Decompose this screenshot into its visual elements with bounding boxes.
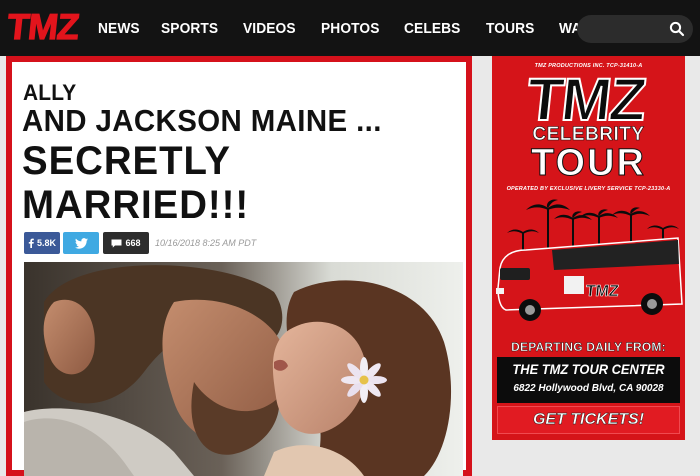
- comments-button[interactable]: 668: [103, 232, 149, 254]
- facebook-share-button[interactable]: 5.8K: [24, 232, 60, 254]
- headline-line-3: MARRIED!!!: [22, 183, 250, 227]
- tmz-tour-ad[interactable]: TMZ PRODUCTIONS INC. TCP-31410-A TMZ CEL…: [492, 56, 685, 440]
- comment-icon: [111, 239, 122, 248]
- tmz-logo[interactable]: TMZ: [4, 6, 86, 48]
- ad-tmz-logo: TMZ: [523, 68, 651, 128]
- ad-operated-by: OPERATED BY EXCLUSIVE LIVERY SERVICE TCP…: [506, 186, 671, 192]
- tour-bus: TMZ: [496, 237, 683, 321]
- nav-photos[interactable]: PHOTOS: [321, 19, 379, 39]
- comment-count: 668: [125, 238, 141, 248]
- ad-departing-text: DEPARTING DAILY FROM:: [511, 340, 666, 354]
- headline-line-2: SECRETLY: [22, 139, 231, 183]
- top-nav-bar: TMZ NEWS SPORTS VIDEOS PHOTOS CELEBS TOU…: [0, 0, 700, 56]
- article-timestamp: 10/16/2018 8:25 AM PDT: [155, 238, 257, 248]
- ad-address: 6822 Hollywood Blvd, CA 90028: [513, 383, 664, 394]
- ad-tour-bus-illustration: TMZ: [496, 199, 683, 321]
- nav-videos[interactable]: VIDEOS: [243, 19, 296, 39]
- nav-tours[interactable]: TOURS: [486, 19, 534, 39]
- headline-line-1: AND JACKSON MAINE ...: [22, 103, 382, 138]
- facebook-icon: [28, 238, 34, 248]
- search-input[interactable]: [587, 19, 665, 39]
- facebook-share-count: 5.8K: [36, 238, 56, 248]
- logo-text: TMZ: [5, 6, 80, 47]
- twitter-share-button[interactable]: [63, 232, 99, 254]
- article-hero-photo[interactable]: [24, 262, 463, 476]
- nav-news[interactable]: NEWS: [98, 19, 140, 39]
- get-tickets-button[interactable]: GET TICKETS!: [497, 406, 680, 434]
- ad-location-box: THE TMZ TOUR CENTER 6822 Hollywood Blvd,…: [497, 357, 680, 403]
- ad-tour-text: TOUR: [531, 142, 646, 185]
- twitter-icon: [74, 237, 88, 249]
- article-card: ALLY AND JACKSON MAINE ... SECRETLY MARR…: [6, 56, 472, 476]
- ad-logo-text: TMZ: [524, 68, 650, 128]
- svg-text:TMZ: TMZ: [585, 282, 620, 300]
- nav-sports[interactable]: SPORTS: [161, 19, 218, 39]
- ad-tour-center: THE TMZ TOUR CENTER: [512, 361, 665, 377]
- article-headline[interactable]: AND JACKSON MAINE ... SECRETLY MARRIED!!…: [22, 103, 462, 227]
- flower: [341, 357, 387, 403]
- nav-celebs[interactable]: CELEBS: [404, 19, 460, 39]
- search-icon[interactable]: [669, 21, 685, 37]
- search-box[interactable]: [577, 15, 693, 43]
